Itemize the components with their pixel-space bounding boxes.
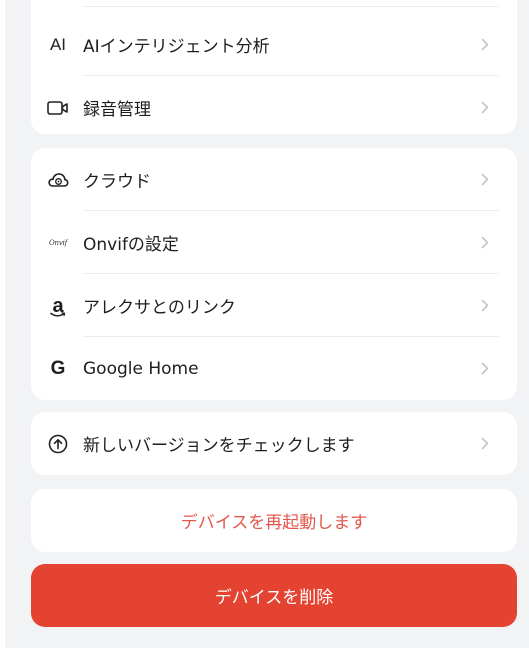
- settings-group-firmware: 新しいバージョンをチェックします: [31, 412, 517, 475]
- chevron-right-icon: [479, 101, 491, 115]
- chevron-right-icon: [479, 38, 491, 52]
- video-camera-icon: [45, 95, 71, 121]
- chevron-right-icon: [479, 437, 491, 451]
- ai-icon: AI: [49, 34, 67, 54]
- restart-device-label: デバイスを再起動します: [180, 513, 368, 533]
- delete-device-label: デバイスを削除: [214, 588, 334, 608]
- menu-item-ai-analysis[interactable]: AI AIインテリジェント分析: [31, 13, 517, 76]
- menu-item-check-update[interactable]: 新しいバージョンをチェックします: [31, 412, 517, 475]
- settings-group-integrations: クラウド Onvif Onvifの設定 a アレクサとのリンク G Google…: [31, 148, 517, 400]
- chevron-right-icon: [479, 236, 491, 250]
- google-icon: G: [50, 357, 66, 379]
- menu-item-google-home[interactable]: G Google Home: [31, 337, 517, 400]
- amazon-alexa-icon: a: [50, 294, 66, 317]
- onvif-icon: Onvif: [48, 238, 68, 247]
- chevron-right-icon: [479, 299, 491, 313]
- menu-item-label: アレクサとのリンク: [83, 298, 236, 318]
- cloud-play-icon: [45, 167, 71, 193]
- menu-item-onvif-settings[interactable]: Onvif Onvifの設定: [31, 211, 517, 274]
- upgrade-arrow-icon: [45, 431, 71, 457]
- menu-item-label: AIインテリジェント分析: [83, 37, 270, 57]
- settings-group-analysis: AI AIインテリジェント分析 録音管理: [31, 0, 517, 134]
- chevron-right-icon: [479, 173, 491, 187]
- menu-item-recording-management[interactable]: 録音管理: [31, 76, 517, 134]
- delete-device-button[interactable]: デバイスを削除: [31, 564, 517, 627]
- menu-item-label: 新しいバージョンをチェックします: [83, 436, 355, 456]
- menu-item-label: Onvifの設定: [83, 235, 179, 255]
- menu-item-alexa-link[interactable]: a アレクサとのリンク: [31, 274, 517, 337]
- menu-item-cloud[interactable]: クラウド: [31, 148, 517, 211]
- menu-item-label: 録音管理: [83, 100, 151, 120]
- screen-edge: [0, 0, 5, 648]
- divider: [83, 6, 499, 7]
- restart-device-button[interactable]: デバイスを再起動します: [31, 489, 517, 552]
- chevron-right-icon: [479, 362, 491, 376]
- menu-item-label: クラウド: [83, 172, 151, 192]
- menu-item-label: Google Home: [83, 358, 199, 379]
